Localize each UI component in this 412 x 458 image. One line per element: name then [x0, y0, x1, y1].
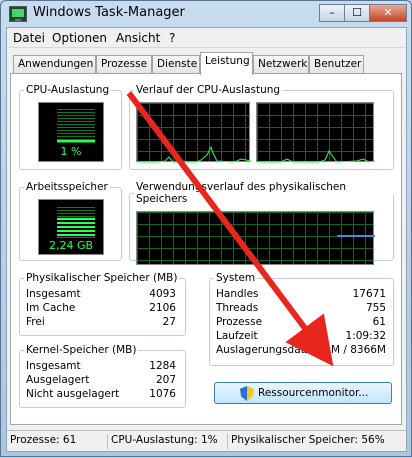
task-manager-icon	[9, 6, 27, 22]
tab-performance[interactable]: Leistung	[200, 52, 253, 75]
kernel-memory-group: Kernel-Speicher (MB) Insgesamt 1284 Ausge…	[19, 344, 186, 408]
client-area: Datei Optionen Ansicht ? Anwendungen Pro…	[6, 27, 407, 452]
menu-bar: Datei Optionen Ansicht ?	[7, 28, 406, 48]
close-button[interactable]: ✕	[369, 4, 407, 22]
system-group: System Handles 17671 Threads 755 Prozesse 6…	[209, 272, 394, 366]
kernel-row-nonpaged: Nicht ausgelagert 1076	[26, 388, 176, 400]
memory-history-group: Verwendungsverlauf des physikalischen Sp…	[129, 181, 394, 265]
cpu-meter-scale	[57, 109, 95, 143]
physical-row-total: Insgesamt 4093	[26, 288, 176, 300]
physical-row-cache: Im Cache 2106	[26, 302, 176, 314]
menu-view[interactable]: Ansicht	[116, 31, 160, 45]
cpu-history-line-2	[257, 149, 375, 163]
physical-memory-group: Physikalischer Speicher (MB) Insgesamt 40…	[19, 272, 186, 336]
cpu-history-label: Verlauf der CPU-Auslastung	[136, 84, 281, 96]
menu-options[interactable]: Optionen	[52, 31, 107, 45]
kernel-row-total: Insgesamt 1284	[26, 360, 176, 372]
resource-monitor-button[interactable]: Ressourcenmonitor...	[214, 382, 392, 404]
system-row-processes: Prozesse 61	[216, 316, 386, 328]
memory-meter-fill	[57, 218, 95, 236]
menu-file[interactable]: Datei	[13, 31, 45, 45]
cpu-usage-label: CPU-Auslastung	[26, 84, 110, 96]
cpu-history-line-1	[137, 145, 251, 163]
window-title: Windows Task-Manager	[33, 5, 185, 20]
system-row-threads: Threads 755	[216, 302, 386, 314]
system-row-pagefile: Auslagerungsdatei 2515M / 8366M	[216, 344, 386, 356]
tab-network[interactable]: Netzwerk	[253, 55, 309, 74]
menu-help[interactable]: ?	[169, 31, 175, 45]
memory-value: 2,24 GB	[48, 239, 94, 252]
physical-memory-label: Physikalischer Speicher (MB)	[26, 272, 178, 284]
tab-applications[interactable]: Anwendungen	[13, 55, 96, 74]
resource-monitor-label: Ressourcenmonitor...	[258, 387, 369, 399]
cpu-usage-group: CPU-Auslastung 1 %	[19, 84, 122, 170]
cpu-history-graph-core-2	[256, 102, 375, 163]
status-bar: Prozesse: 61 CPU-Auslastung: 1% Physikal…	[7, 430, 406, 451]
memory-label: Arbeitsspeicher	[26, 181, 108, 193]
minimize-button[interactable]: –	[319, 4, 345, 22]
status-memory: Physikalischer Speicher: 56%	[227, 434, 406, 450]
performance-panel: CPU-Auslastung 1 % Verlauf der CPU-Ausla…	[10, 73, 402, 425]
kernel-row-paged: Ausgelagert 207	[26, 374, 176, 386]
uac-shield-icon	[240, 386, 254, 401]
maximize-button[interactable]: ☐	[344, 4, 370, 22]
tab-users[interactable]: Benutzer	[309, 55, 364, 74]
title-bar[interactable]: Windows Task-Manager – ☐ ✕	[1, 1, 411, 27]
kernel-memory-label: Kernel-Speicher (MB)	[26, 344, 137, 356]
system-label: System	[216, 272, 256, 284]
system-row-handles: Handles 17671	[216, 288, 386, 300]
tab-processes[interactable]: Prozesse	[96, 55, 152, 74]
cpu-history-group: Verlauf der CPU-Auslastung	[129, 84, 394, 170]
cpu-usage-meter: 1 %	[38, 102, 104, 162]
tab-strip: Anwendungen Prozesse Dienste Leistung Ne…	[7, 52, 406, 75]
cpu-history-graph-core-1	[136, 102, 251, 163]
memory-history-label: Verwendungsverlauf des physikalischen Sp…	[136, 181, 347, 205]
physical-row-free: Frei 27	[26, 316, 176, 328]
cpu-meter-fill	[57, 140, 95, 142]
task-manager-window: Windows Task-Manager – ☐ ✕ Datei Optione…	[0, 0, 412, 457]
status-cpu: CPU-Auslastung: 1%	[107, 434, 227, 450]
tab-services[interactable]: Dienste	[152, 55, 200, 74]
system-row-uptime: Laufzeit 1:09:32	[216, 330, 386, 342]
cpu-usage-value: 1 %	[60, 145, 82, 158]
memory-group: Arbeitsspeicher 2,24 GB	[19, 181, 122, 261]
memory-history-graph	[136, 211, 375, 265]
status-processes: Prozesse: 61	[10, 434, 77, 446]
memory-history-line	[337, 235, 375, 237]
memory-meter: 2,24 GB	[38, 199, 104, 255]
